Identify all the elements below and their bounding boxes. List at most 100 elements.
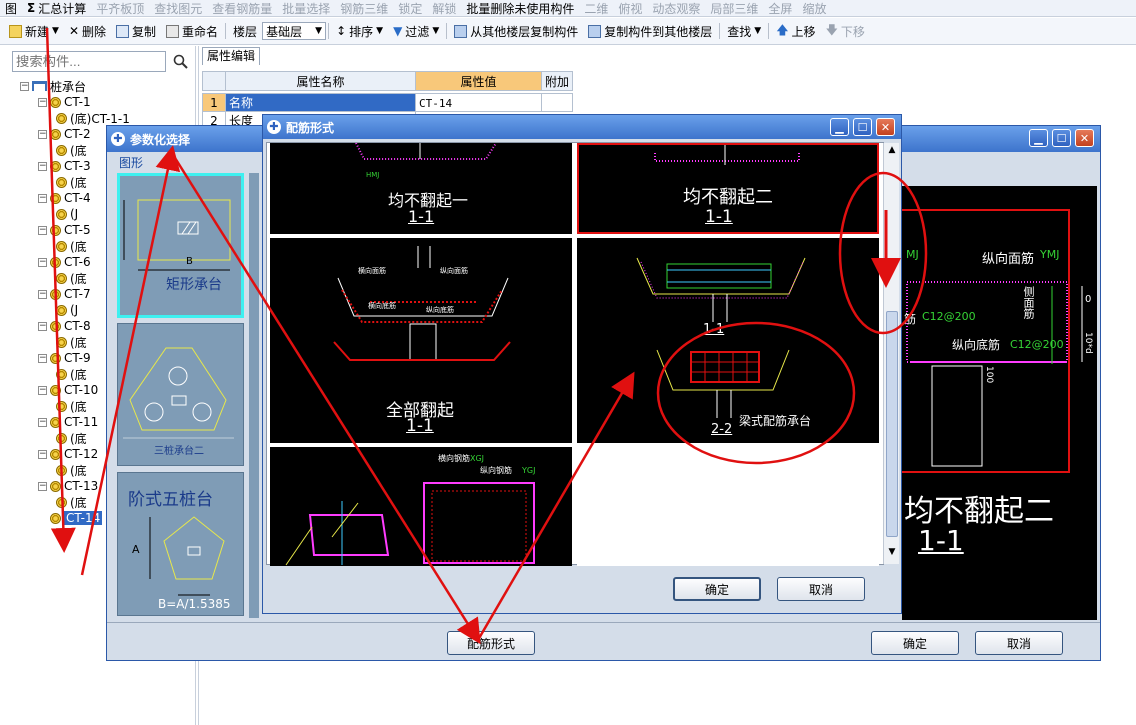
collapse-icon[interactable]: − bbox=[38, 161, 47, 171]
tree-node[interactable]: CT-14 bbox=[38, 510, 103, 526]
tree-child-node[interactable]: (J bbox=[56, 302, 78, 318]
tree-node[interactable]: − CT-11 bbox=[38, 414, 98, 430]
sort-button[interactable]: ↕ 排序 ▼ bbox=[331, 23, 388, 40]
tree-node[interactable]: − CT-3 bbox=[38, 158, 91, 174]
collapse-icon[interactable]: − bbox=[38, 225, 47, 235]
collapse-icon[interactable]: − bbox=[38, 385, 47, 395]
tree-child-node[interactable]: (J bbox=[56, 206, 78, 222]
tree-child-node[interactable]: (底 bbox=[56, 494, 87, 510]
minimize-button[interactable]: ▁ bbox=[830, 118, 849, 136]
orbit-button[interactable]: 动态观察 bbox=[647, 0, 705, 16]
maximize-button[interactable]: ☐ bbox=[1052, 129, 1071, 147]
copy-from-floor-button[interactable]: 从其他楼层复制构件 bbox=[449, 23, 583, 40]
delete-button[interactable]: ✕ 删除 bbox=[64, 23, 111, 40]
close-button[interactable]: ✕ bbox=[876, 118, 895, 136]
new-button[interactable]: 新建 ▼ bbox=[4, 23, 64, 40]
top-view-button[interactable]: 俯视 bbox=[613, 0, 647, 16]
rename-button[interactable]: 重命名 bbox=[161, 23, 223, 40]
tree-node[interactable]: − CT-9 bbox=[38, 350, 91, 366]
collapse-icon[interactable]: − bbox=[38, 481, 47, 491]
rebar-option-4[interactable]: 1-1 2-2 梁式配筋承台 bbox=[577, 238, 879, 443]
search-icon[interactable] bbox=[169, 51, 193, 72]
collapse-icon[interactable]: − bbox=[38, 129, 47, 139]
tree-root[interactable]: − 桩承台 bbox=[20, 78, 86, 94]
fullscreen-button[interactable]: 全屏 bbox=[763, 0, 797, 16]
tree-child-node[interactable]: (底 bbox=[56, 334, 87, 350]
collapse-icon[interactable]: − bbox=[38, 417, 47, 427]
property-name-cell[interactable]: 名称 bbox=[225, 93, 416, 112]
rebar-form-button[interactable]: 配筋形式 bbox=[447, 631, 535, 655]
collapse-icon[interactable]: − bbox=[38, 289, 47, 299]
rebar-option-2[interactable]: 均不翻起二 1-1 bbox=[577, 143, 879, 234]
collapse-icon[interactable]: − bbox=[38, 193, 47, 203]
thumb-rect-cap[interactable]: B 矩形承台 bbox=[117, 173, 244, 318]
find-element-button[interactable]: 查找图元 bbox=[149, 0, 207, 16]
tree-child-node[interactable]: (底 bbox=[56, 366, 87, 382]
ok-button[interactable]: 确定 bbox=[673, 577, 761, 601]
tree-node[interactable]: − CT-6 bbox=[38, 254, 91, 270]
scroll-thumb[interactable] bbox=[886, 311, 898, 537]
move-down-button[interactable]: 🡇 下移 bbox=[821, 21, 870, 42]
collapse-icon[interactable]: − bbox=[38, 321, 47, 331]
lock-button[interactable]: 锁定 bbox=[393, 0, 427, 16]
tree-node[interactable]: − CT-2 bbox=[38, 126, 91, 142]
search-input[interactable] bbox=[12, 51, 166, 72]
collapse-icon[interactable]: − bbox=[20, 81, 29, 91]
tree-node[interactable]: − CT-10 bbox=[38, 382, 98, 398]
maximize-button[interactable]: ☐ bbox=[853, 118, 872, 136]
gallery-scrollbar[interactable]: ▲ ▼ bbox=[883, 143, 899, 564]
tree-node[interactable]: − CT-4 bbox=[38, 190, 91, 206]
zoom-button[interactable]: 缩放 bbox=[797, 0, 831, 16]
rebar-option-3[interactable]: 横向面筋 纵向面筋 横向底筋 纵向底筋 全部翻起 1-1 bbox=[270, 238, 572, 443]
scroll-down-icon[interactable]: ▼ bbox=[886, 547, 898, 561]
close-button[interactable]: ✕ bbox=[1075, 129, 1094, 147]
tree-child-node[interactable]: (底 bbox=[56, 462, 87, 478]
tree-child-node[interactable]: (底 bbox=[56, 142, 87, 158]
tree-child-node[interactable]: (底 bbox=[56, 270, 87, 286]
property-extra-cell[interactable] bbox=[541, 93, 573, 112]
rebar-option-1[interactable]: HMJ 均不翻起一 1-1 bbox=[270, 143, 572, 234]
tab-property-edit[interactable]: 属性编辑 bbox=[202, 47, 260, 65]
rebar-3d-button[interactable]: 钢筋三维 bbox=[335, 0, 393, 16]
collapse-icon[interactable]: − bbox=[38, 257, 47, 267]
property-value-cell[interactable]: CT-14 bbox=[415, 93, 542, 112]
tree-child-node[interactable]: (底 bbox=[56, 174, 87, 190]
unlock-button[interactable]: 解锁 bbox=[427, 0, 461, 16]
view-rebar-button[interactable]: 查看钢筋量 bbox=[207, 0, 277, 16]
toolbar-item-0[interactable]: 图 bbox=[0, 0, 22, 16]
tree-node[interactable]: − CT-5 bbox=[38, 222, 91, 238]
tree-node[interactable]: − CT-8 bbox=[38, 318, 91, 334]
tree-child-node[interactable]: (底 bbox=[56, 238, 87, 254]
align-slab-button[interactable]: 平齐板顶 bbox=[91, 0, 149, 16]
batch-select-button[interactable]: 批量选择 bbox=[277, 0, 335, 16]
thumb-five-pile[interactable]: 阶式五桩台 A B=A/1.5385 bbox=[117, 472, 244, 616]
find-button[interactable]: 查找 ▼ bbox=[722, 23, 766, 40]
collapse-icon[interactable]: − bbox=[38, 97, 47, 107]
view-2d-dropdown[interactable]: 二维 bbox=[579, 0, 613, 16]
tree-node[interactable]: − CT-13 bbox=[38, 478, 98, 494]
minimize-button[interactable]: ▁ bbox=[1029, 129, 1048, 147]
tree-node[interactable]: − CT-7 bbox=[38, 286, 91, 302]
collapse-icon[interactable]: − bbox=[38, 353, 47, 363]
copy-to-floor-button[interactable]: 复制构件到其他楼层 bbox=[583, 23, 717, 40]
tree-child-node[interactable]: (底 bbox=[56, 430, 87, 446]
tree-child-node[interactable]: (底)CT-1-1 bbox=[56, 110, 130, 126]
sum-calc-button[interactable]: Σ 汇总计算 bbox=[22, 0, 91, 16]
cancel-button[interactable]: 取消 bbox=[777, 577, 865, 601]
tree-node-label: CT-7 bbox=[64, 287, 91, 301]
tree-node[interactable]: − CT-12 bbox=[38, 446, 98, 462]
ok-button[interactable]: 确定 bbox=[871, 631, 959, 655]
thumb-three-pile[interactable]: 三桩承台二 bbox=[117, 323, 244, 466]
collapse-icon[interactable]: − bbox=[38, 449, 47, 459]
move-up-button[interactable]: 🡅 上移 bbox=[771, 21, 820, 42]
tree-node[interactable]: − CT-1 bbox=[38, 94, 91, 110]
filter-button[interactable]: ▼ 过滤 ▼ bbox=[388, 23, 444, 40]
rebar-option-5[interactable]: 横向钢筋 XGJ 纵向钢筋 YGJ bbox=[270, 447, 572, 566]
tree-child-node[interactable]: (底 bbox=[56, 398, 87, 414]
cancel-button[interactable]: 取消 bbox=[975, 631, 1063, 655]
local-3d-button[interactable]: 局部三维 bbox=[705, 0, 763, 16]
copy-button[interactable]: 复制 bbox=[111, 23, 161, 40]
scroll-up-icon[interactable]: ▲ bbox=[886, 145, 898, 159]
batch-delete-button[interactable]: 批量删除未使用构件 bbox=[461, 0, 579, 16]
floor-select[interactable]: 基础层 ▼ bbox=[262, 22, 327, 40]
